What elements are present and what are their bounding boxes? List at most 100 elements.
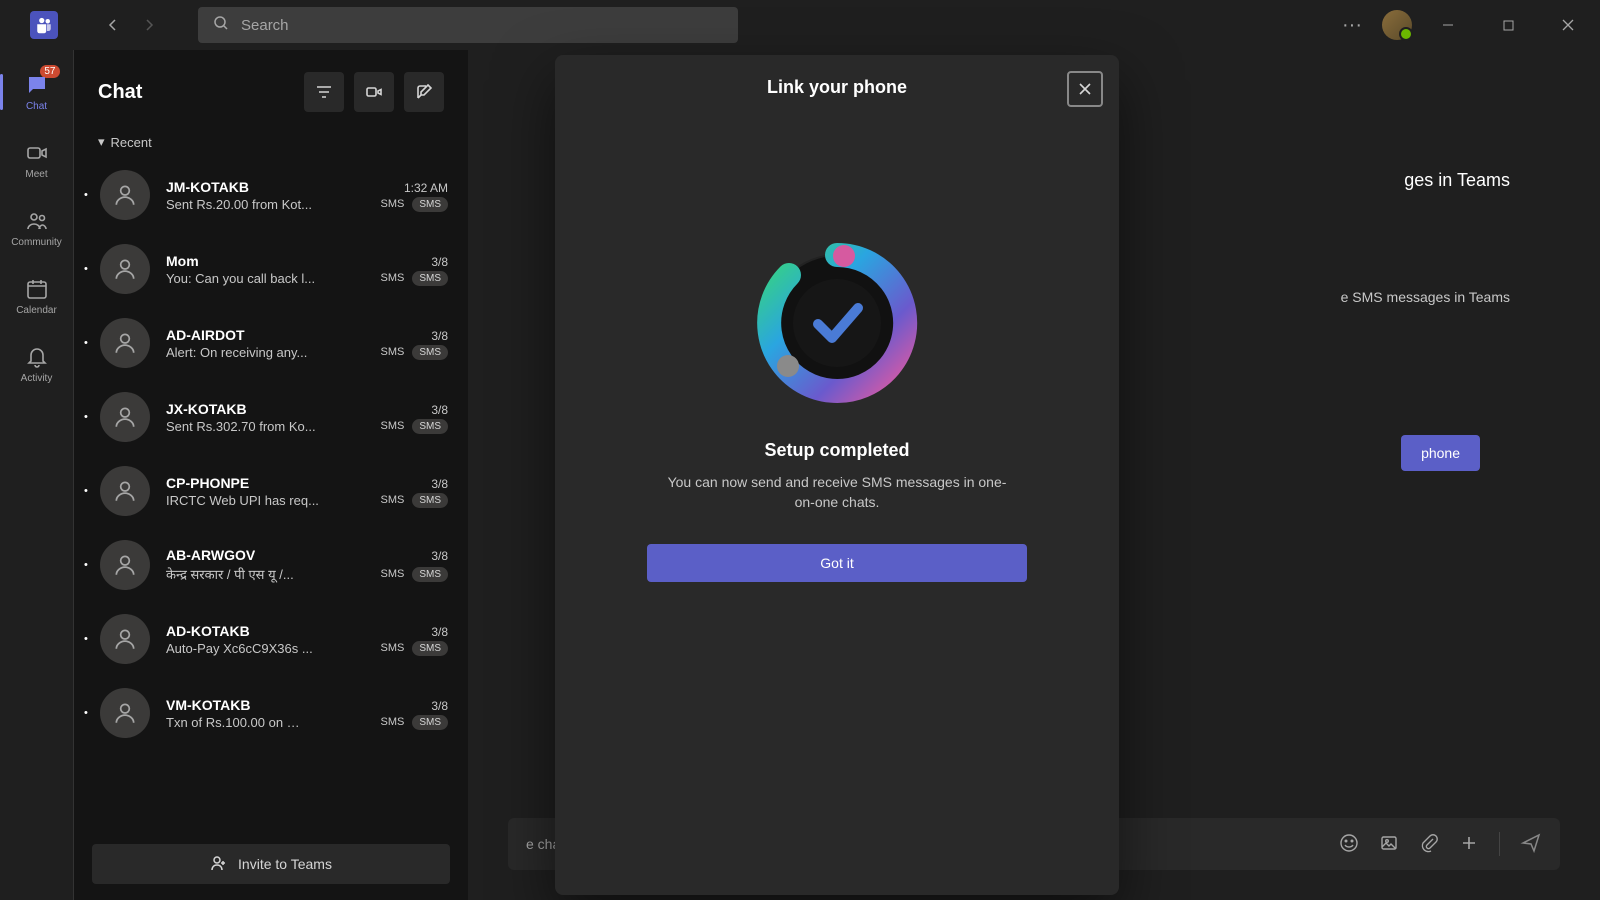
- bell-icon: [24, 344, 50, 370]
- modal-title: Link your phone: [767, 77, 907, 98]
- chat-item-time: 3/8: [431, 329, 448, 343]
- search-box[interactable]: [198, 7, 738, 43]
- people-icon: [24, 208, 50, 234]
- chat-item-time: 3/8: [431, 625, 448, 639]
- recent-label: Recent: [111, 135, 152, 150]
- person-avatar-icon: [100, 540, 150, 590]
- emoji-icon[interactable]: [1339, 833, 1359, 856]
- chat-item[interactable]: VM-KOTAKB 3/8 Txn of Rs.100.00 on … SMS …: [74, 676, 468, 750]
- rail-community-label: Community: [11, 237, 62, 248]
- chat-item-time: 3/8: [431, 403, 448, 417]
- person-avatar-icon: [100, 170, 150, 220]
- chat-item-body: AD-KOTAKB 3/8 Auto-Pay Xc6cC9X36s ... SM…: [166, 623, 448, 656]
- person-avatar-icon: [100, 392, 150, 442]
- person-avatar-icon: [100, 466, 150, 516]
- window-close-button[interactable]: [1544, 7, 1592, 43]
- chat-item[interactable]: JM-KOTAKB 1:32 AM Sent Rs.20.00 from Kot…: [74, 158, 468, 232]
- filter-button[interactable]: [304, 72, 344, 112]
- new-chat-button[interactable]: [404, 72, 444, 112]
- rail-chat-label: Chat: [26, 101, 47, 112]
- chat-item-body: JM-KOTAKB 1:32 AM Sent Rs.20.00 from Kot…: [166, 179, 448, 212]
- chat-item-body: JX-KOTAKB 3/8 Sent Rs.302.70 from Ko... …: [166, 401, 448, 434]
- person-avatar-icon: [100, 614, 150, 664]
- chat-item-preview: IRCTC Web UPI has req...: [166, 493, 372, 508]
- sms-badge: SMS: [412, 197, 448, 212]
- rail-activity-label: Activity: [21, 373, 53, 384]
- rail-activity[interactable]: Activity: [6, 332, 68, 396]
- sms-badge: SMS: [412, 641, 448, 656]
- more-button[interactable]: ···: [1334, 7, 1370, 43]
- chat-item-preview: Auto-Pay Xc6cC9X36s ...: [166, 641, 372, 656]
- chat-item-name: AB-ARWGOV: [166, 547, 255, 563]
- sms-type-label: SMS: [380, 494, 404, 506]
- meet-now-button[interactable]: [354, 72, 394, 112]
- invite-to-teams-button[interactable]: Invite to Teams: [92, 844, 450, 884]
- chat-item-name: JM-KOTAKB: [166, 179, 249, 195]
- image-icon[interactable]: [1379, 833, 1399, 856]
- invite-icon: [210, 854, 228, 875]
- chat-icon: [24, 72, 50, 98]
- titlebar-left: [8, 11, 80, 39]
- chat-item[interactable]: Mom 3/8 You: Can you call back l... SMS …: [74, 232, 468, 306]
- rail-calendar[interactable]: Calendar: [6, 264, 68, 328]
- modal-close-button[interactable]: [1067, 71, 1103, 107]
- compose-actions: [1339, 832, 1542, 857]
- chat-item-time: 3/8: [431, 549, 448, 563]
- chat-item-time: 3/8: [431, 477, 448, 491]
- chat-item-preview: Txn of Rs.100.00 on …: [166, 715, 372, 730]
- chat-list: JM-KOTAKB 1:32 AM Sent Rs.20.00 from Kot…: [74, 158, 468, 900]
- profile-avatar[interactable]: [1382, 10, 1412, 40]
- send-icon[interactable]: [1520, 832, 1542, 857]
- chevron-down-icon: ▾: [98, 134, 105, 150]
- plus-icon[interactable]: [1459, 833, 1479, 856]
- chat-item-body: Mom 3/8 You: Can you call back l... SMS …: [166, 253, 448, 286]
- chat-item[interactable]: CP-PHONPE 3/8 IRCTC Web UPI has req... S…: [74, 454, 468, 528]
- titlebar-right: ···: [1334, 7, 1592, 43]
- chat-item-name: Mom: [166, 253, 199, 269]
- chat-item[interactable]: AD-KOTAKB 3/8 Auto-Pay Xc6cC9X36s ... SM…: [74, 602, 468, 676]
- chat-header-actions: [304, 72, 444, 112]
- link-phone-button-behind[interactable]: phone: [1401, 435, 1480, 471]
- chat-item-time: 3/8: [431, 699, 448, 713]
- nav-back-button[interactable]: [98, 10, 128, 40]
- rail-meet-label: Meet: [25, 169, 47, 180]
- rail-calendar-label: Calendar: [16, 305, 57, 316]
- person-avatar-icon: [100, 244, 150, 294]
- search-input[interactable]: [241, 17, 723, 34]
- modal-description: You can now send and receive SMS message…: [667, 473, 1007, 512]
- chat-item[interactable]: AB-ARWGOV 3/8 केन्द्र सरकार / पी एस यू /…: [74, 528, 468, 602]
- recent-toggle[interactable]: ▾ Recent: [74, 134, 468, 158]
- sms-badge: SMS: [412, 493, 448, 508]
- chat-item-name: VM-KOTAKB: [166, 697, 251, 713]
- window-minimize-button[interactable]: [1424, 7, 1472, 43]
- chat-item-name: CP-PHONPE: [166, 475, 249, 491]
- teams-logo-icon: [30, 11, 58, 39]
- sms-badge: SMS: [412, 567, 448, 582]
- sms-type-label: SMS: [380, 642, 404, 654]
- window-maximize-button[interactable]: [1484, 7, 1532, 43]
- sms-badge: SMS: [412, 715, 448, 730]
- rail-chat[interactable]: 57 Chat: [6, 60, 68, 124]
- chat-item-preview: Sent Rs.302.70 from Ko...: [166, 419, 372, 434]
- chat-item-preview: केन्द्र सरकार / पी एस यू /...: [166, 565, 372, 583]
- sms-type-label: SMS: [380, 198, 404, 210]
- sms-badge: SMS: [412, 345, 448, 360]
- attach-icon[interactable]: [1419, 833, 1439, 856]
- calendar-icon: [24, 276, 50, 302]
- compose-divider: [1499, 832, 1500, 856]
- nav-forward-button[interactable]: [134, 10, 164, 40]
- person-avatar-icon: [100, 318, 150, 368]
- invite-label: Invite to Teams: [238, 856, 332, 872]
- sms-badge: SMS: [412, 419, 448, 434]
- chat-item[interactable]: JX-KOTAKB 3/8 Sent Rs.302.70 from Ko... …: [74, 380, 468, 454]
- chat-item-preview: You: Can you call back l...: [166, 271, 372, 286]
- got-it-button[interactable]: Got it: [647, 544, 1027, 582]
- person-avatar-icon: [100, 688, 150, 738]
- rail-meet[interactable]: Meet: [6, 128, 68, 192]
- modal-status: Setup completed: [764, 440, 909, 461]
- rail-community[interactable]: Community: [6, 196, 68, 260]
- chat-item-preview: Sent Rs.20.00 from Kot...: [166, 197, 372, 212]
- chat-item[interactable]: AD-AIRDOT 3/8 Alert: On receiving any...…: [74, 306, 468, 380]
- app-rail: 57 Chat Meet Community Calendar: [0, 50, 74, 900]
- sms-type-label: SMS: [380, 346, 404, 358]
